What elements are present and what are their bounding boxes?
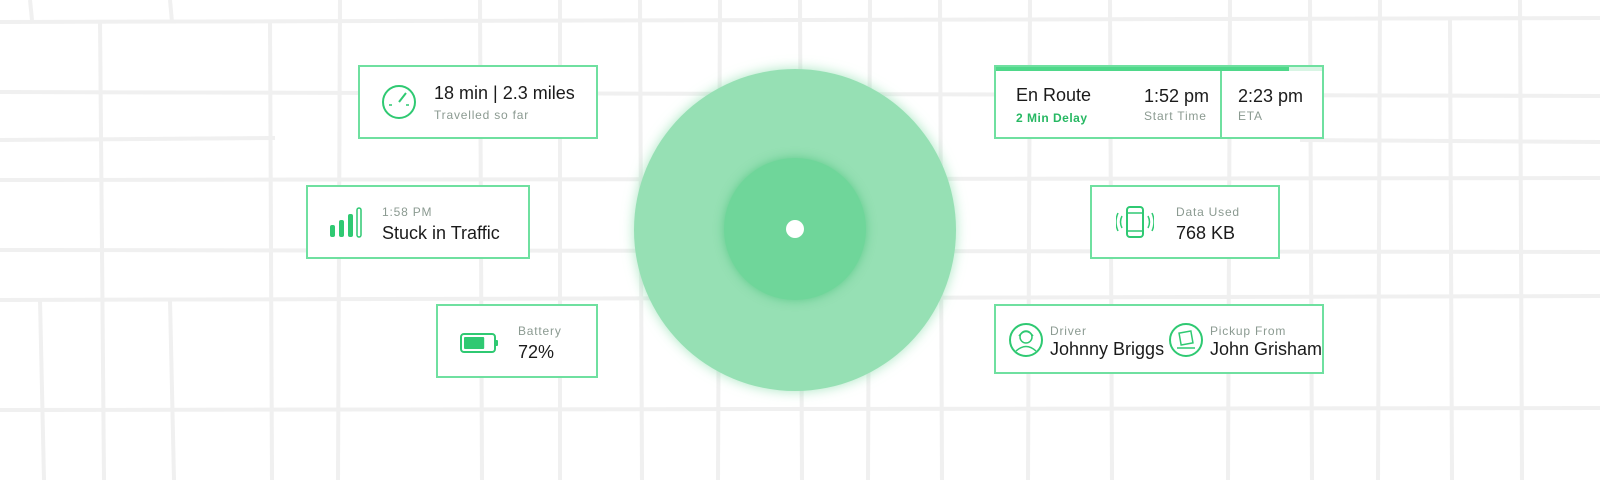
battery-label: Battery [518,324,562,338]
data-used-label: Data Used [1176,205,1240,219]
battery-card: Battery 72% [436,304,598,378]
people-card: Driver Johnny Briggs Pickup From John Gr… [994,304,1324,374]
trip-divider [1220,71,1222,137]
driver-name[interactable]: Johnny Briggs [1050,339,1164,360]
trip-status-card: En Route 2 Min Delay 1:52 pm Start Time … [994,65,1324,139]
distance-label: Travelled so far [434,108,530,122]
package-icon[interactable] [1168,322,1204,358]
speedometer-icon [382,85,416,119]
data-used-card: Data Used 768 KB [1090,185,1280,259]
distance-value: 18 min | 2.3 miles [434,83,575,103]
start-time-value: 1:52 pm [1144,86,1210,106]
eta-value: 2:23 pm [1238,86,1304,106]
driver-avatar-icon[interactable] [1008,322,1044,358]
eta-label: ETA [1238,109,1263,123]
pickup-label: Pickup From [1210,324,1287,338]
traffic-card: 1:58 PM Stuck in Traffic [306,185,530,259]
trip-status: En Route [1016,85,1092,105]
data-used-value: 768 KB [1176,223,1236,243]
signal-bars-icon [330,207,362,238]
traffic-time: 1:58 PM [382,205,433,219]
start-time-label: Start Time [1144,109,1207,123]
battery-icon [460,333,498,353]
phone-vibrate-icon [1116,206,1154,238]
location-dot[interactable] [786,220,804,238]
battery-value: 72% [518,342,555,362]
driver-label: Driver [1050,324,1087,338]
pickup-name[interactable]: John Grisham [1210,339,1322,360]
trip-progress-fill [996,67,1290,71]
delay-badge: 2 Min Delay [1016,111,1088,125]
traffic-status: Stuck in Traffic [382,223,500,243]
distance-card: 18 min | 2.3 miles Travelled so far [358,65,598,139]
